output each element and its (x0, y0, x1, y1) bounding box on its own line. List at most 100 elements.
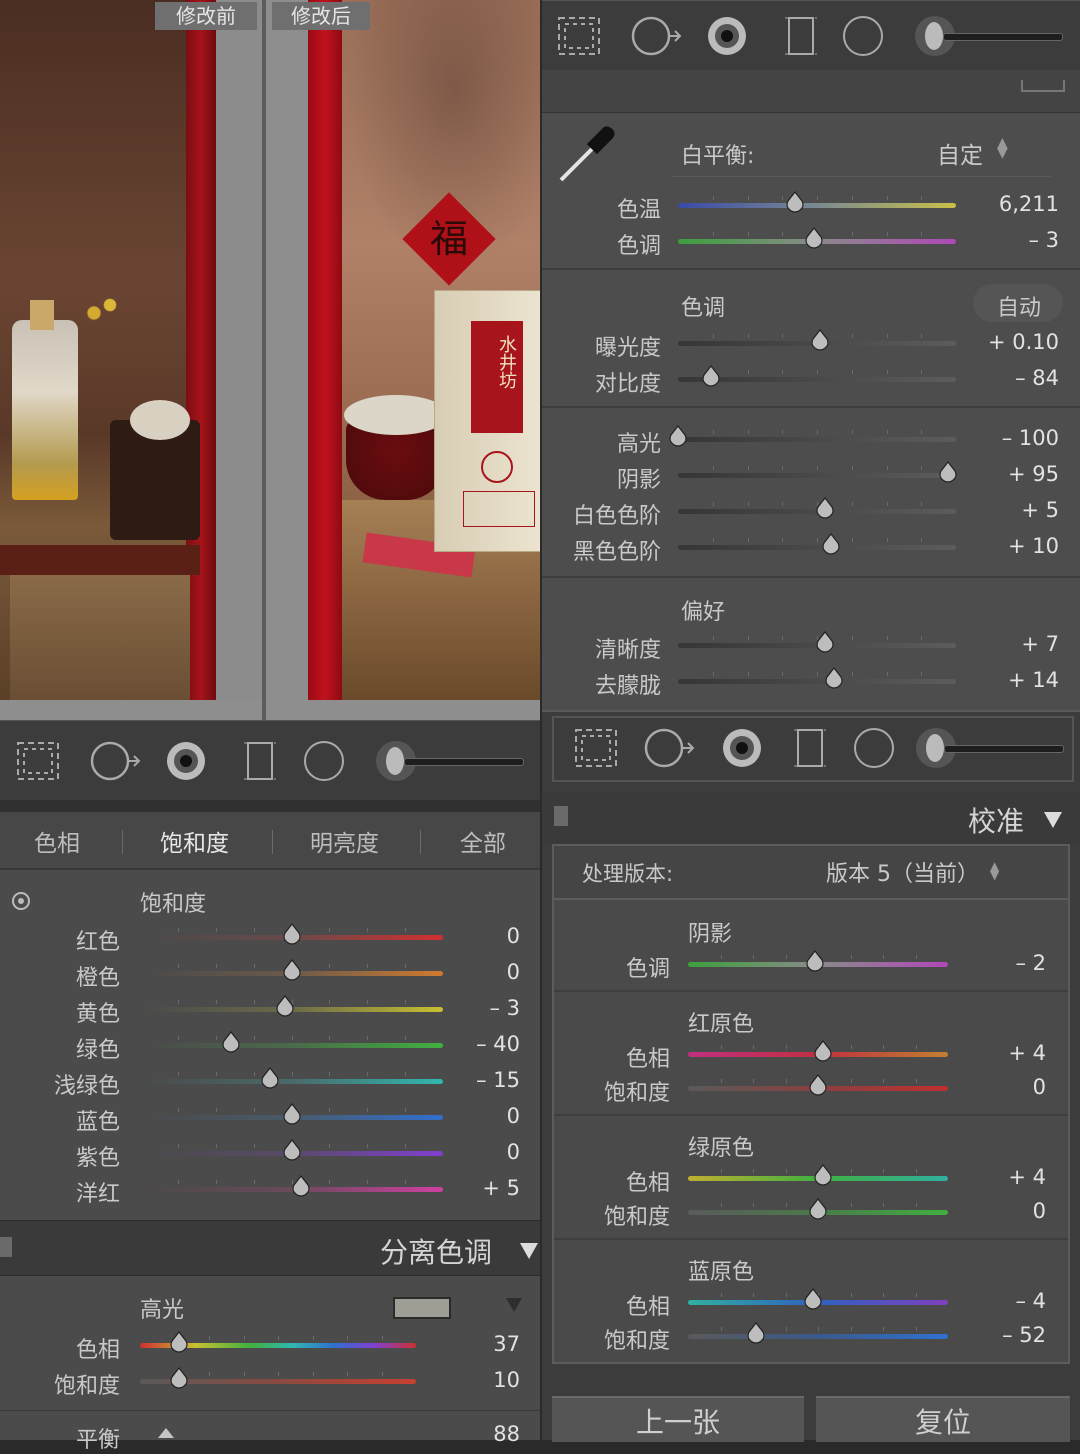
sat-yellow-slider-thumb[interactable] (276, 995, 295, 1017)
previous-button[interactable]: 上一张 (552, 1396, 804, 1442)
spot-removal-icon[interactable] (629, 14, 685, 62)
radial-filter-icon[interactable] (852, 726, 896, 774)
swatch-menu-icon[interactable] (506, 1298, 522, 1312)
crop-icon[interactable] (14, 739, 62, 787)
spot-removal-icon[interactable] (88, 739, 144, 787)
slider-tick (253, 928, 255, 932)
dehaze-slider-thumb[interactable] (825, 667, 843, 689)
red-primary-saturation-slider-thumb[interactable] (809, 1074, 827, 1096)
slider-tick (405, 1000, 407, 1004)
slider-tick (886, 466, 888, 470)
slider-tick (883, 1045, 884, 1049)
dehaze-label: 去朦胧 (594, 674, 661, 699)
tab-luminance[interactable]: 明亮度 (310, 824, 379, 858)
calibration-panel: 校准 处理版本: 版本 5（当前） ▲ ▼ 阴影 红原色 绿原色 蓝原色 上一张 … (542, 710, 1080, 1442)
slider-tick (921, 196, 923, 200)
sat-yellow-label: 黄色 (75, 1002, 120, 1027)
slider-tick (243, 1336, 245, 1340)
wb-dropdown-icon[interactable]: ▲ ▼ (997, 136, 1008, 160)
adjustment-brush-icon[interactable] (915, 14, 1065, 58)
green-primary-saturation-slider-thumb[interactable] (809, 1198, 827, 1220)
clarity-slider-thumb[interactable] (816, 631, 834, 653)
green-primary-hue-slider-thumb[interactable] (814, 1164, 832, 1186)
slider-tick (253, 1036, 255, 1040)
split-hue-slider-thumb[interactable] (170, 1331, 188, 1353)
graduated-filter-icon[interactable] (781, 14, 821, 62)
crop-icon[interactable] (555, 14, 603, 62)
slider-tick (253, 1108, 255, 1112)
adjustment-brush-icon[interactable] (376, 739, 526, 783)
balance-slider-thumb[interactable] (158, 1428, 174, 1438)
slider-tick (367, 1072, 369, 1076)
blue-primary-saturation-slider-track[interactable] (688, 1334, 948, 1339)
slider-tick (291, 1036, 293, 1040)
tab-all[interactable]: 全部 (460, 824, 506, 858)
sat-green-value: – 40 (476, 1032, 520, 1056)
slider-tick (215, 928, 217, 932)
process-version-value[interactable]: 版本 5（当前） (826, 856, 979, 888)
slider-tick (782, 196, 784, 200)
dehaze-slider-track[interactable] (678, 679, 956, 684)
slider-tick (405, 1108, 407, 1112)
adjustment-brush-icon[interactable] (916, 726, 1066, 770)
slider-tick (720, 1203, 722, 1207)
tint-slider-thumb[interactable] (805, 227, 823, 249)
reset-button[interactable]: 复位 (816, 1396, 1070, 1442)
panel-toggle-icon[interactable] (554, 806, 568, 826)
slider-tick (850, 1045, 852, 1049)
tab-divider (420, 830, 421, 854)
graduated-filter-icon[interactable] (790, 726, 830, 774)
sat-green-slider-thumb[interactable] (222, 1031, 240, 1053)
spot-removal-icon[interactable] (642, 726, 698, 774)
blacks-slider-thumb[interactable] (822, 533, 840, 555)
sat-aqua-slider-thumb[interactable] (261, 1067, 279, 1089)
temperature-slider-thumb[interactable] (786, 191, 804, 213)
blue-primary-saturation-slider-thumb[interactable] (746, 1322, 765, 1344)
highlights-slider-track[interactable] (678, 437, 956, 442)
shadows-slider-track[interactable] (678, 473, 956, 478)
panel-toggle-icon[interactable] (0, 1237, 12, 1257)
eyedropper-icon[interactable] (555, 122, 619, 186)
red-primary-hue-slider-thumb[interactable] (814, 1040, 832, 1062)
red-eye-icon[interactable] (705, 14, 749, 62)
calib-shadow-tint-slider-thumb[interactable] (806, 950, 824, 972)
crop-icon[interactable] (572, 726, 620, 774)
slider-tick (851, 370, 853, 374)
blue-primary-hue-slider-thumb[interactable] (804, 1288, 822, 1310)
temperature-slider-track[interactable] (678, 203, 956, 208)
tab-hue[interactable]: 色相 (34, 824, 80, 858)
split-toning-header[interactable]: 分离色调 (0, 1220, 540, 1276)
red-eye-icon[interactable] (164, 739, 208, 787)
tool-strip-top-right (541, 0, 1080, 72)
process-dropdown-icon[interactable]: ▲ ▼ (990, 860, 999, 881)
slider-tick (921, 232, 923, 236)
calibration-header[interactable]: 校准 (542, 792, 1080, 844)
exposure-slider-thumb[interactable] (811, 329, 829, 351)
blacks-slider-track[interactable] (678, 545, 956, 550)
sat-orange-slider-thumb[interactable] (282, 959, 301, 981)
graduated-filter-icon[interactable] (240, 739, 280, 787)
wb-value[interactable]: 自定 (937, 136, 983, 170)
radial-filter-icon[interactable] (841, 14, 885, 62)
whites-slider-thumb[interactable] (816, 497, 834, 519)
sat-blue-slider-thumb[interactable] (282, 1103, 301, 1125)
split-saturation-slider-thumb[interactable] (170, 1367, 188, 1389)
sat-aqua-slider-track[interactable] (140, 1079, 443, 1084)
slider-tick (915, 1203, 917, 1207)
collapse-icon[interactable] (1021, 80, 1065, 92)
tab-saturation[interactable]: 饱和度 (160, 824, 229, 858)
sat-red-slider-thumb[interactable] (282, 923, 301, 945)
red-eye-icon[interactable] (720, 726, 764, 774)
highlight-color-swatch[interactable] (393, 1297, 451, 1319)
radial-filter-icon[interactable] (302, 739, 346, 787)
highlights-slider-thumb[interactable] (669, 425, 687, 447)
slider-tick (818, 1327, 819, 1331)
sat-green-slider-track[interactable] (140, 1043, 443, 1048)
collapse-triangle-icon[interactable] (1044, 812, 1062, 828)
contrast-slider-thumb[interactable] (702, 365, 720, 387)
target-adjust-icon[interactable] (12, 892, 30, 910)
collapse-triangle-icon[interactable] (520, 1243, 538, 1259)
sat-magenta-slider-thumb[interactable] (291, 1175, 310, 1197)
slider-tick (253, 964, 255, 968)
sat-purple-slider-thumb[interactable] (282, 1139, 301, 1161)
